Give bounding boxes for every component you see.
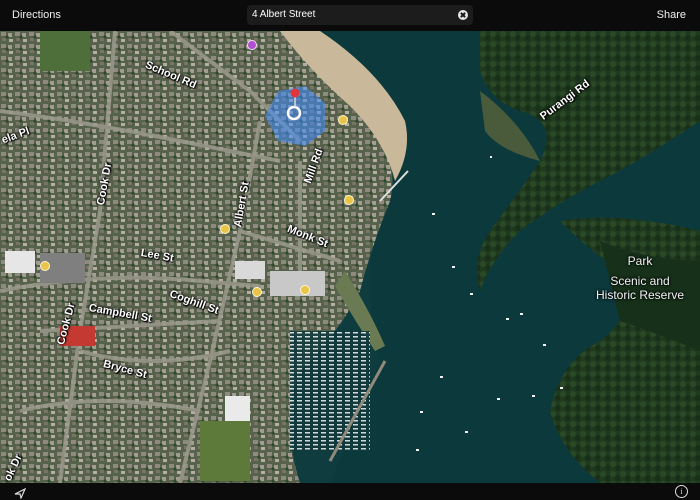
top-toolbar: Directions 4 Albert Street Share (0, 0, 700, 31)
poi-marker[interactable] (338, 115, 348, 125)
poi-marker[interactable] (247, 40, 257, 50)
search-input[interactable]: 4 Albert Street (252, 5, 315, 25)
location-arrow-icon[interactable] (14, 486, 27, 500)
info-icon[interactable]: i (675, 485, 688, 498)
bottom-toolbar: i (0, 483, 700, 500)
share-button[interactable]: Share (657, 0, 686, 31)
park-label-line2: Scenic and (610, 274, 670, 288)
poi-marker[interactable] (344, 195, 354, 205)
satellite-map[interactable]: School Rd Albert St Mill Rd Monk St Lee … (0, 29, 700, 484)
poi-marker[interactable] (220, 224, 230, 234)
park-label: Park Scenic and Historic Reserve (580, 254, 700, 302)
poi-marker[interactable] (300, 285, 310, 295)
clear-icon[interactable] (458, 10, 468, 20)
maps-app: Directions 4 Albert Street Share School … (0, 0, 700, 500)
search-field[interactable]: 4 Albert Street (247, 5, 473, 25)
directions-button[interactable]: Directions (12, 0, 61, 31)
poi-marker[interactable] (252, 287, 262, 297)
park-label-line3: Historic Reserve (595, 288, 685, 302)
poi-marker[interactable] (40, 261, 50, 271)
park-label-line1: Park (627, 254, 653, 268)
